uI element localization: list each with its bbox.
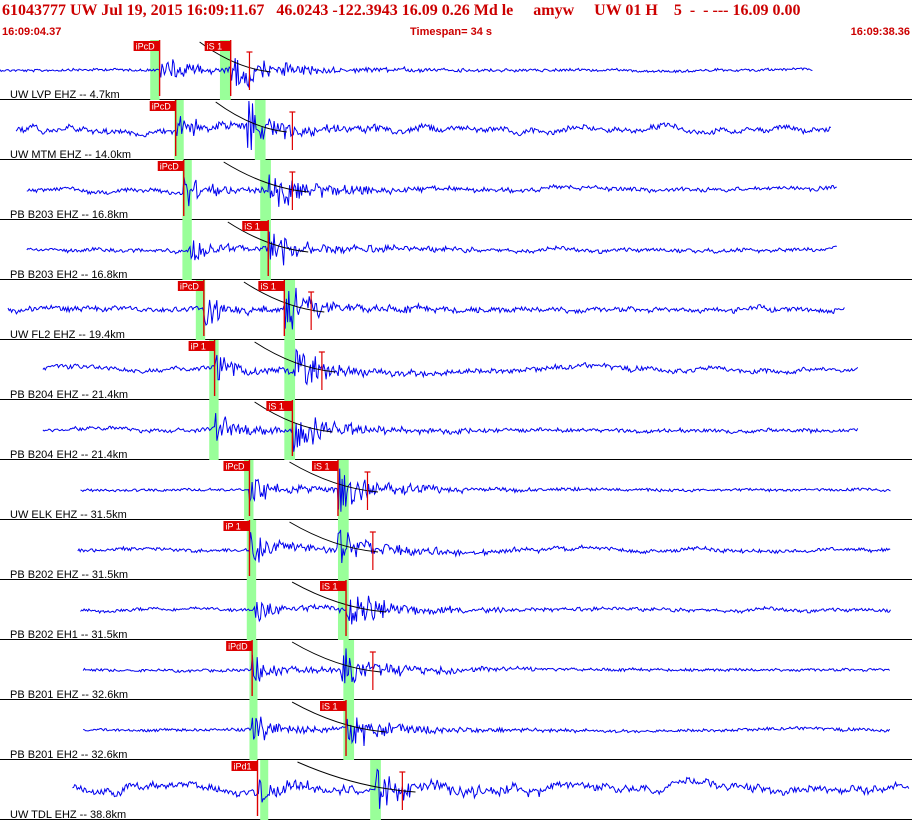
timespan-label: Timespan= 34 s (410, 26, 493, 38)
waveform-trace (77, 529, 891, 564)
p-pick-label: iPcD (225, 462, 245, 472)
p-pick-label: iPcD (180, 282, 200, 292)
station-label: UW FL2 EHZ -- 19.4km (10, 329, 125, 341)
arrival-curve (297, 761, 416, 793)
trace-panel[interactable]: iPd1 UW TDL EHZ -- 38.8km (0, 760, 912, 820)
s-window-band (254, 100, 266, 160)
p-pick-label: iPdD (228, 642, 248, 652)
p-pick-label: iPcD (152, 102, 172, 112)
station-label: PB B202 EH1 -- 31.5km (10, 629, 127, 641)
waveform-trace (7, 287, 845, 330)
trace-panel[interactable]: iS 1 PB B201 EH2 -- 32.6km (0, 700, 912, 761)
station-label: PB B204 EH2 -- 21.4km (10, 449, 127, 461)
trace-panel[interactable]: iPcD PB B203 EHZ -- 16.8km (0, 160, 912, 221)
station-label: UW LVP EHZ -- 4.7km (10, 89, 120, 101)
trace-panel[interactable]: iS 1 PB B202 EH1 -- 31.5km (0, 580, 912, 641)
s-pick-label: iS 1 (268, 402, 284, 412)
trace-panel[interactable]: iPcD iS 1 UW LVP EHZ -- 4.7km (0, 40, 912, 101)
trace-canvas[interactable]: iPcD iS 1 UW LVP EHZ -- 4.7km iPcD UW MTM EH… (0, 40, 912, 820)
s-pick-label: iS 1 (207, 42, 223, 52)
p-pick-label: iP 1 (225, 522, 240, 532)
station-label: PB B203 EHZ -- 16.8km (10, 209, 128, 221)
trace-panel[interactable]: iP 1 PB B202 EHZ -- 31.5km (0, 520, 912, 581)
station-label: PB B201 EH2 -- 32.6km (10, 749, 127, 761)
p-pick-label: iPd1 (234, 762, 252, 772)
trace-panel[interactable]: iS 1 PB B203 EH2 -- 16.8km (0, 220, 912, 281)
station-label: PB B203 EH2 -- 16.8km (10, 269, 127, 281)
arrival-curve (291, 641, 381, 673)
s-pick-label: iS 1 (322, 582, 338, 592)
trace-panel[interactable]: iPdD PB B201 EHZ -- 32.6km (0, 640, 912, 701)
waveform-trace (15, 100, 832, 151)
waveform-trace (82, 648, 890, 684)
station-label: UW MTM EHZ -- 14.0km (10, 149, 131, 161)
station-label: PB B204 EHZ -- 21.4km (10, 389, 128, 401)
p-pick-label: iPcD (136, 42, 156, 52)
seismogram-panels[interactable]: iPcD iS 1 UW LVP EHZ -- 4.7km iPcD UW MTM EH… (0, 40, 912, 820)
trace-panel[interactable]: iP 1 PB B204 EHZ -- 21.4km (0, 340, 912, 401)
trace-panel[interactable]: iS 1 PB B204 EH2 -- 21.4km (0, 400, 912, 461)
event-summary-title: 61043777 UW Jul 19, 2015 16:09:11.67 46.… (2, 2, 801, 19)
s-pick-label: iS 1 (260, 282, 276, 292)
station-label: UW ELK EHZ -- 31.5km (10, 509, 127, 521)
s-pick-label: iS 1 (322, 702, 338, 712)
p-pick-label: iPcD (160, 162, 180, 172)
waveform-trace (26, 174, 837, 207)
waveform-trace (42, 348, 859, 386)
end-time-label: 16:09:38.36 (850, 26, 910, 38)
trace-panel[interactable]: iPcD iS 1 UW FL2 EHZ -- 19.4km (0, 280, 912, 341)
station-label: UW TDL EHZ -- 38.8km (10, 809, 126, 820)
trace-panel[interactable]: iPcD iS 1 UW ELK EHZ -- 31.5km (0, 460, 912, 521)
event-header: 61043777 UW Jul 19, 2015 16:09:11.67 46.… (0, 0, 912, 24)
waveform-trace (0, 58, 813, 89)
p-pick-label: iP 1 (191, 342, 206, 352)
waveform-trace (83, 716, 891, 747)
waveform-trace (42, 413, 859, 452)
s-pick-label: iS 1 (244, 222, 260, 232)
trace-panel[interactable]: iPcD UW MTM EHZ -- 14.0km (0, 100, 912, 161)
waveform-trace (80, 468, 891, 512)
start-time-label: 16:09:04.37 (2, 26, 62, 38)
waveform-trace (80, 595, 891, 625)
s-pick-label: iS 1 (314, 462, 330, 472)
waveform-trace (26, 231, 837, 266)
station-label: PB B202 EHZ -- 31.5km (10, 569, 128, 581)
waveform-trace (72, 768, 910, 809)
station-label: PB B201 EHZ -- 32.6km (10, 689, 128, 701)
